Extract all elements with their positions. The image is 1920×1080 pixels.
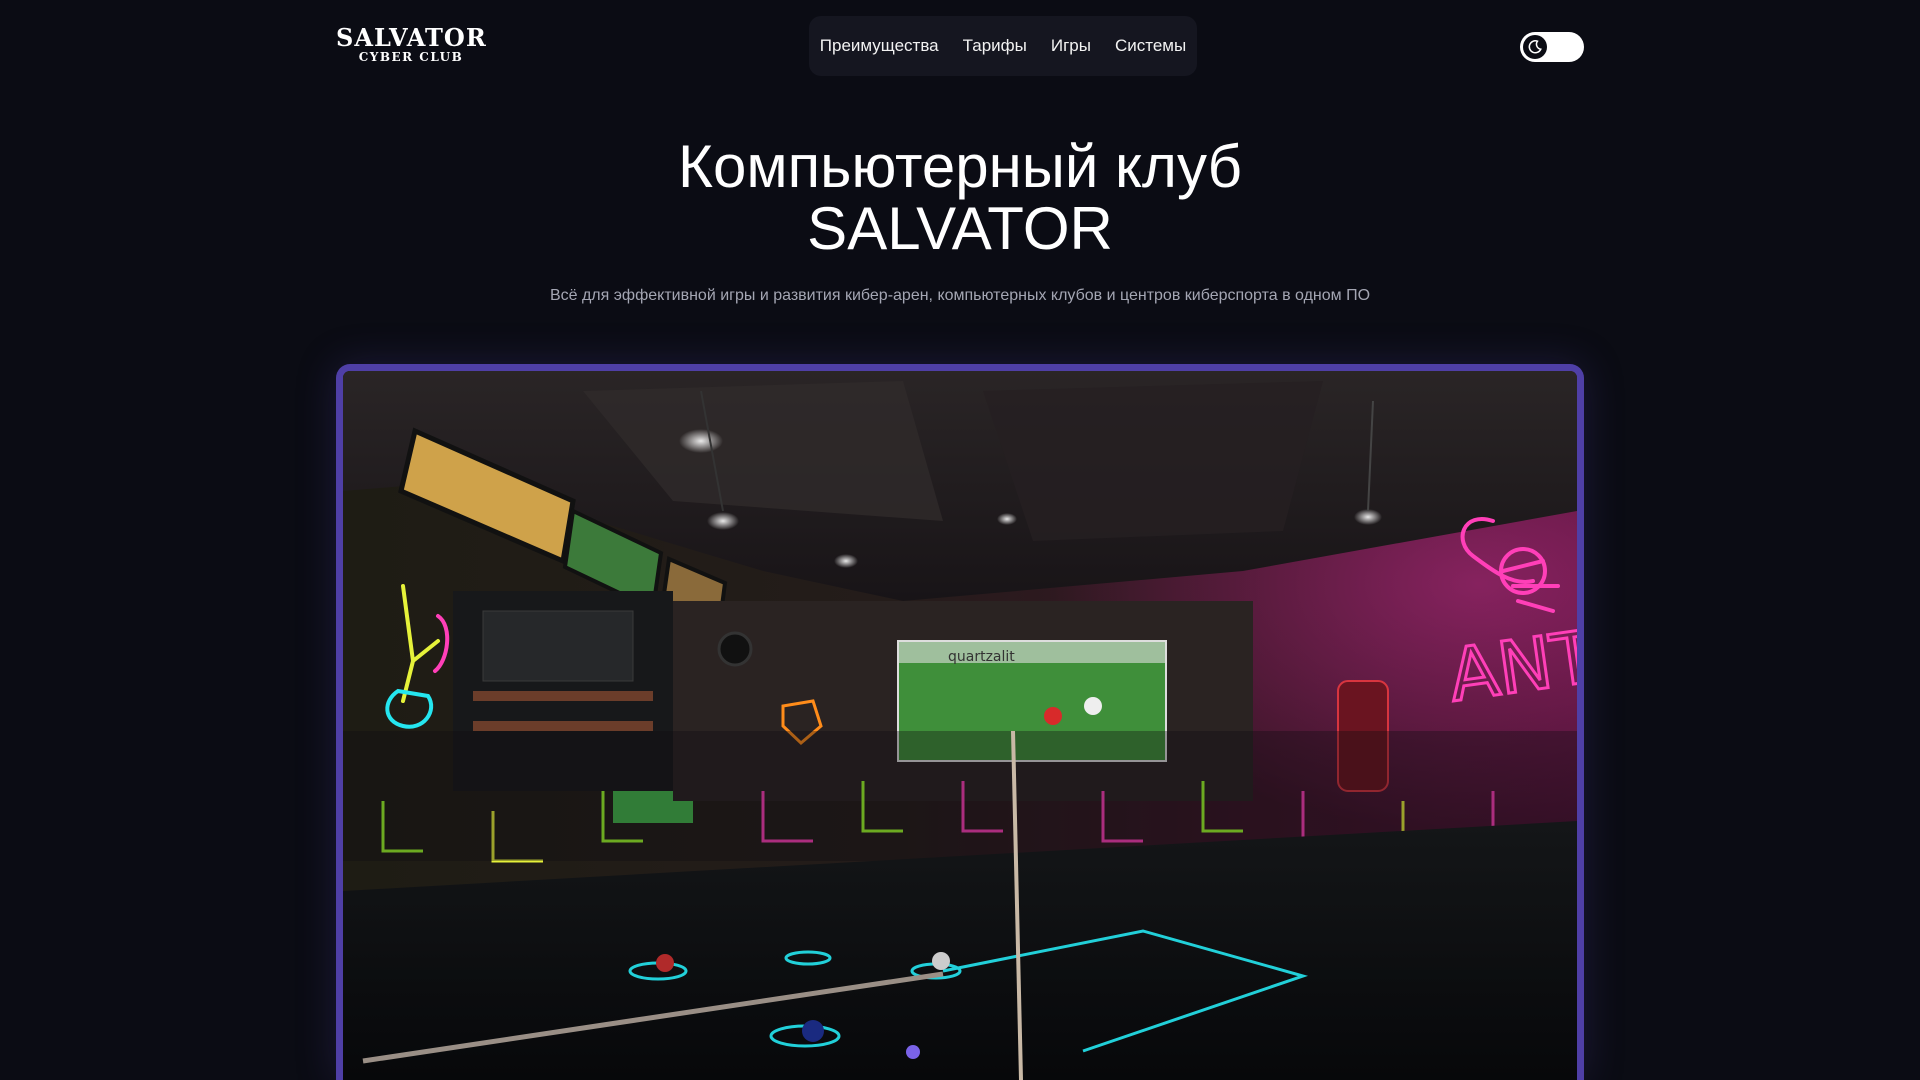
hero-title-line-2: SALVATOR	[807, 195, 1113, 262]
moon-icon	[1528, 40, 1542, 54]
nav-link-advantages[interactable]: Преимущества	[820, 36, 939, 56]
slider-dot[interactable]	[906, 1045, 920, 1059]
main-nav: Преимущества Тарифы Игры Системы	[809, 16, 1197, 76]
nav-link-games[interactable]: Игры	[1051, 36, 1091, 56]
logo-title: SALVATOR	[336, 23, 487, 52]
theme-toggle[interactable]	[1520, 32, 1584, 62]
site-logo[interactable]: SALVATOR CYBER CLUB	[336, 23, 487, 64]
hero-subtitle: Всё для эффективной игры и развития кибе…	[549, 287, 1371, 304]
nav-link-systems[interactable]: Системы	[1115, 36, 1186, 56]
hero-title: Компьютерный клуб SALVATOR	[0, 136, 1920, 260]
showcase-frame: quartzalit ANTA	[336, 364, 1584, 1080]
screen-ad-text: quartzalit	[948, 649, 1015, 665]
hero-title-line-1: Компьютерный клуб	[678, 133, 1242, 200]
club-interior-image: quartzalit ANTA	[343, 371, 1577, 1080]
landing-page: SALVATOR CYBER CLUB Преимущества Тарифы …	[0, 0, 1920, 1080]
logo-subtitle: CYBER CLUB	[358, 50, 464, 64]
toggle-knob	[1523, 35, 1547, 59]
nav-link-tariffs[interactable]: Тарифы	[963, 36, 1027, 56]
